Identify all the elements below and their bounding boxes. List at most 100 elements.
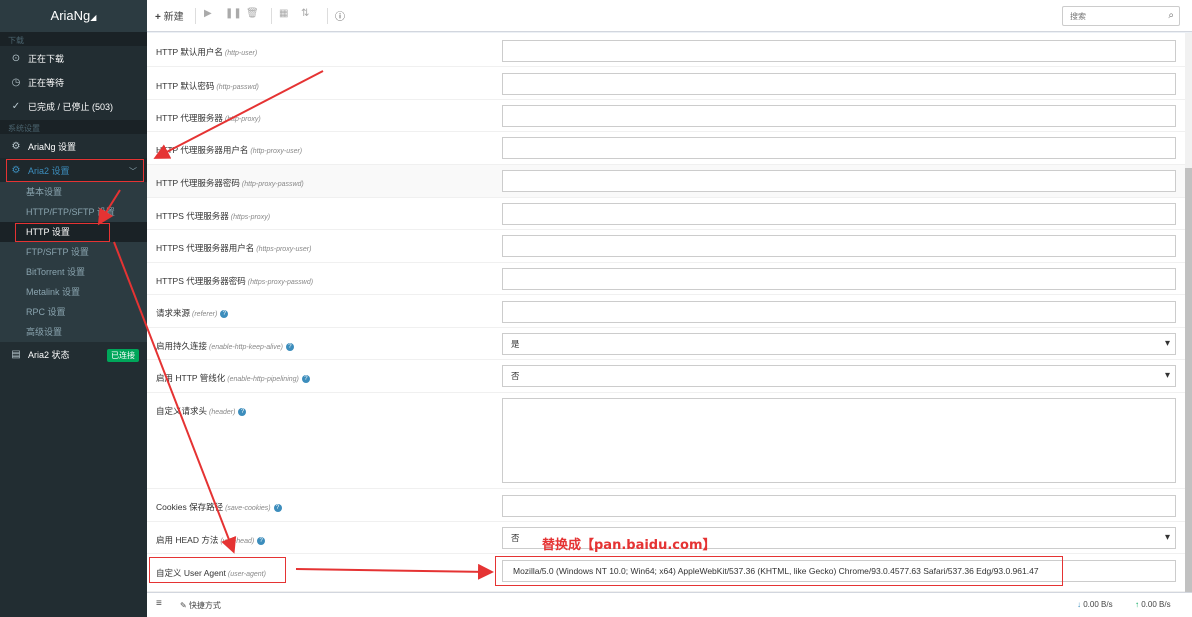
http-user-input[interactable]: [502, 40, 1176, 62]
section-header-settings: 系统设置: [0, 120, 147, 134]
setting-label: 启用 HTTP 管线化 (enable-http-pipelining)?: [156, 372, 310, 384]
help-icon: ?: [285, 343, 294, 351]
pipelining-select[interactable]: 否: [502, 365, 1176, 387]
sidebar-item-aria2-status[interactable]: ▤ Aria2 状态 已连接: [0, 342, 147, 366]
scrollbar-thumb[interactable]: [1185, 168, 1192, 617]
annotation-box-user-agent-value: [495, 556, 1063, 586]
setting-row-http-proxy-user: HTTP 代理服务器用户名 (http-proxy-user): [147, 132, 1185, 165]
clock-icon: ◷: [11, 76, 21, 88]
setting-label: HTTP 代理服务器 (http-proxy): [156, 113, 261, 123]
sidebar-item-ariang-settings[interactable]: ⚙ AriaNg 设置: [0, 134, 147, 158]
help-icon: ?: [257, 537, 266, 545]
setting-row-https-proxy-user: HTTPS 代理服务器用户名 (https-proxy-user): [147, 230, 1185, 263]
app-title: AriaNg: [50, 8, 91, 23]
annotation-box-user-agent-label: [149, 557, 286, 583]
sidebar-item-stopped[interactable]: ✓ 已完成 / 已停止 (503): [0, 94, 147, 118]
setting-label: 启用持久连接 (enable-http-keep-alive)?: [156, 340, 294, 352]
annotation-box-aria2-settings: [6, 159, 144, 182]
setting-label: 启用 HEAD 方法 (use-head)?: [156, 534, 266, 546]
help-icon: ?: [220, 310, 229, 318]
help-icon: ?: [301, 375, 310, 383]
sidebar-item-downloading[interactable]: ⊙ 正在下载: [0, 46, 147, 70]
search-input[interactable]: [1063, 7, 1159, 25]
http-proxy-passwd-input[interactable]: [502, 170, 1176, 192]
save-cookies-input[interactable]: [502, 495, 1176, 517]
setting-row-http-proxy: HTTP 代理服务器 (http-proxy): [147, 100, 1185, 132]
sidebar-subitem-http-ftp-sftp[interactable]: HTTP/FTP/SFTP 设置: [0, 202, 147, 222]
keep-alive-select[interactable]: 是: [502, 333, 1176, 355]
https-proxy-input[interactable]: [502, 203, 1176, 225]
settings-panel: HTTP 默认用户名 (http-user) HTTP 默认密码 (http-pas…: [147, 33, 1185, 592]
sidebar-subitem-ftp-sftp[interactable]: FTP/SFTP 设置: [0, 242, 147, 262]
toolbar-divider: [271, 8, 272, 24]
setting-row-save-cookies: Cookies 保存路径 (save-cookies)?: [147, 489, 1185, 522]
http-proxy-input[interactable]: [502, 105, 1176, 127]
setting-label: HTTPS 代理服务器 (https-proxy): [156, 211, 271, 221]
http-proxy-user-input[interactable]: [502, 137, 1176, 159]
sidebar-item-label: 正在等待: [28, 77, 65, 88]
setting-row-keep-alive: 启用持久连接 (enable-http-keep-alive)? 是: [147, 328, 1185, 360]
sidebar-item-label: Aria2 状态: [28, 349, 70, 360]
setting-label: HTTP 代理服务器用户名 (http-proxy-user): [156, 145, 303, 155]
setting-label: Cookies 保存路径 (save-cookies)?: [156, 501, 282, 513]
referer-input[interactable]: [502, 301, 1176, 323]
search-box: ⌕: [1062, 6, 1180, 26]
sidebar: AriaNg◢ 下载 ⊙ 正在下载 ◷ 正在等待 ✓ 已完成 / 已停止 (50…: [0, 0, 147, 617]
check-circle-icon: ✓: [11, 100, 21, 112]
arrow-up-icon: ↑: [1135, 600, 1139, 609]
scrollbar[interactable]: [1185, 33, 1192, 617]
help-icon: ?: [273, 504, 282, 512]
grid-icon[interactable]: ▦: [279, 8, 288, 19]
sidebar-item-label: 已完成 / 已停止 (503): [28, 101, 114, 112]
setting-row-pipelining: 启用 HTTP 管线化 (enable-http-pipelining)? 否: [147, 360, 1185, 393]
pause-icon[interactable]: ❚❚: [225, 8, 242, 19]
sidebar-subitem-rpc[interactable]: RPC 设置: [0, 302, 147, 322]
setting-row-http-passwd: HTTP 默认密码 (http-passwd): [147, 67, 1185, 100]
download-speed: ↓ 0.00 B/s: [1077, 600, 1113, 609]
setting-row-http-user: HTTP 默认用户名 (http-user): [147, 33, 1185, 67]
arrow-down-icon: ↓: [1077, 600, 1081, 609]
upload-speed: ↑ 0.00 B/s: [1135, 600, 1171, 609]
sidebar-item-waiting[interactable]: ◷ 正在等待: [0, 70, 147, 94]
play-circle-icon: ⊙: [11, 52, 21, 64]
sidebar-item-label: 正在下载: [28, 53, 65, 64]
setting-row-referer: 请求来源 (referer)?: [147, 295, 1185, 328]
status-badge: 已连接: [107, 349, 139, 362]
search-icon[interactable]: ⌕: [1168, 10, 1174, 21]
plus-icon: +: [155, 12, 161, 23]
https-proxy-passwd-input[interactable]: [502, 268, 1176, 290]
setting-label: HTTP 代理服务器密码 (http-proxy-passwd): [156, 178, 304, 188]
footer: ≡ ✎ 快捷方式 ↓ 0.00 B/s ↑ 0.00 B/s: [147, 592, 1192, 617]
gear-icon: ⚙: [11, 140, 21, 152]
menu-icon[interactable]: ≡: [156, 598, 162, 609]
http-passwd-input[interactable]: [502, 73, 1176, 95]
toolbar: + 新建 ▶ ❚❚ 🗑 ▦ ⇅ ⓘ ⌕: [147, 0, 1192, 32]
annotation-box-http-settings: [15, 223, 110, 242]
sidebar-subitem-bittorrent[interactable]: BitTorrent 设置: [0, 262, 147, 282]
setting-row-header: 自定义请求头 (header)?: [147, 393, 1185, 489]
trash-icon[interactable]: 🗑: [246, 8, 259, 19]
sidebar-item-label: AriaNg 设置: [28, 141, 77, 152]
header-textarea[interactable]: [502, 398, 1176, 483]
sidebar-subitem-advanced[interactable]: 高级设置: [0, 322, 147, 342]
sidebar-subitem-basic[interactable]: 基本设置: [0, 182, 147, 202]
toolbar-divider: [195, 8, 196, 24]
sort-icon[interactable]: ⇅: [301, 8, 309, 19]
setting-label: 自定义请求头 (header)?: [156, 405, 247, 417]
setting-row-https-proxy-passwd: HTTPS 代理服务器密码 (https-proxy-passwd): [147, 263, 1185, 295]
https-proxy-user-input[interactable]: [502, 235, 1176, 257]
server-icon: ▤: [11, 348, 21, 360]
new-task-label: 新建: [163, 12, 184, 23]
shortcut-button[interactable]: ✎ 快捷方式: [180, 600, 221, 611]
help-icon: ?: [238, 408, 247, 416]
annotation-text: 替换成【pan.baidu.com】: [542, 538, 716, 553]
help-icon[interactable]: ⓘ: [335, 8, 345, 23]
wrench-icon: ✎: [180, 601, 187, 610]
new-task-button[interactable]: + 新建: [155, 8, 184, 23]
setting-label: HTTPS 代理服务器用户名 (https-proxy-user): [156, 243, 312, 253]
setting-label: HTTP 默认密码 (http-passwd): [156, 81, 259, 91]
sidebar-subitem-metalink[interactable]: Metalink 设置: [0, 282, 147, 302]
setting-row-http-proxy-passwd: HTTP 代理服务器密码 (http-proxy-passwd): [147, 165, 1185, 198]
play-icon[interactable]: ▶: [204, 8, 212, 19]
app-logo[interactable]: AriaNg◢: [0, 0, 147, 32]
